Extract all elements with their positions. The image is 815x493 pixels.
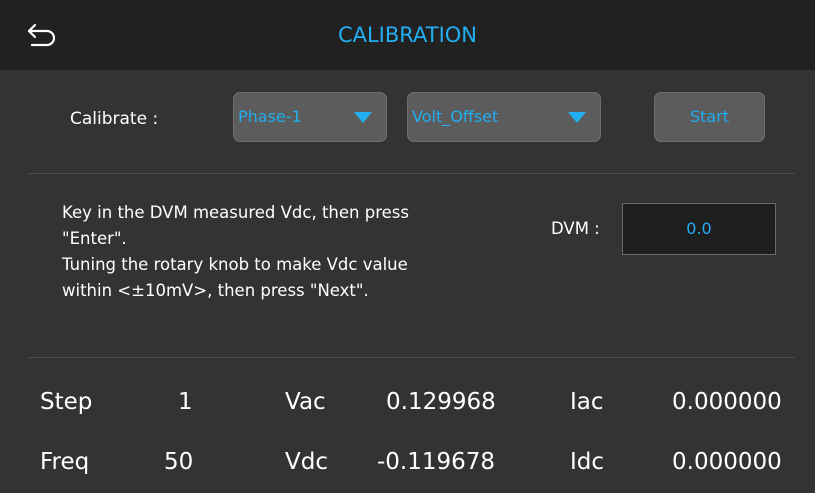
idc-label: Idc: [570, 449, 605, 475]
phase-select[interactable]: Phase-1: [233, 92, 387, 142]
dropdown-arrow-icon: [354, 112, 372, 123]
dropdown-arrow-icon: [568, 112, 586, 123]
iac-value: 0.000000: [672, 389, 782, 415]
instruction-line: Tuning the rotary knob to make Vdc value: [62, 255, 408, 274]
mode-select[interactable]: Volt_Offset: [407, 92, 601, 142]
iac-label: Iac: [570, 389, 604, 415]
top-bar: CALIBRATION: [0, 0, 815, 70]
freq-label: Freq: [40, 449, 90, 475]
vac-label: Vac: [285, 389, 326, 415]
instruction-line: within <±10mV>, then press "Next".: [62, 281, 369, 300]
divider: [28, 173, 795, 174]
freq-value: 50: [164, 449, 194, 475]
phase-select-value: Phase-1: [238, 107, 302, 126]
step-label: Step: [40, 389, 93, 415]
instruction-text: Key in the DVM measured Vdc, then press …: [62, 200, 492, 304]
instruction-line: Key in the DVM measured Vdc, then press: [62, 203, 409, 222]
dvm-input[interactable]: 0.0: [622, 203, 776, 255]
vdc-label: Vdc: [285, 449, 328, 475]
vdc-value: -0.119678: [377, 449, 496, 475]
divider: [28, 357, 795, 358]
start-button[interactable]: Start: [654, 92, 765, 142]
idc-value: 0.000000: [672, 449, 782, 475]
calibrate-label: Calibrate :: [70, 109, 159, 129]
mode-select-value: Volt_Offset: [412, 107, 499, 126]
page-title: CALIBRATION: [337, 23, 478, 47]
vac-value: 0.129968: [386, 389, 496, 415]
step-value: 1: [178, 389, 193, 415]
dvm-label: DVM :: [551, 219, 600, 238]
instruction-line: "Enter".: [62, 229, 127, 248]
